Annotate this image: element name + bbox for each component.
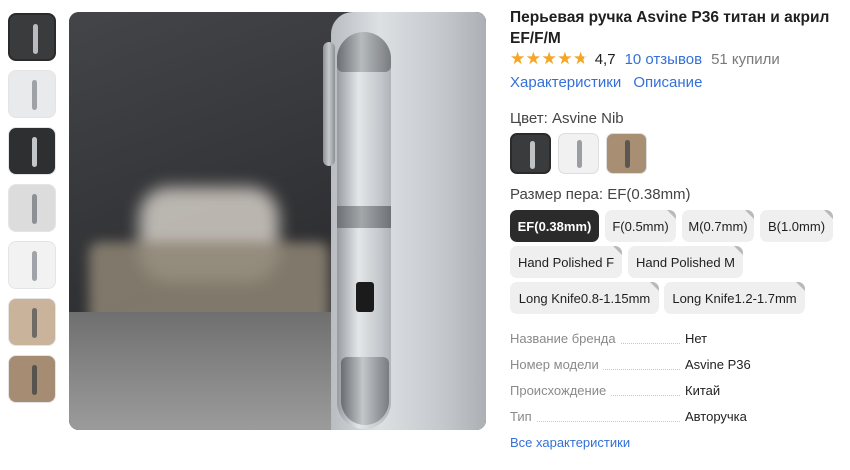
color-swatches: [510, 133, 654, 174]
nib-option-label: Long Knife0.8-1.15mm: [518, 290, 651, 306]
pen-thumbnail-image: [33, 24, 38, 54]
color-swatch[interactable]: [606, 133, 647, 174]
thumbnail[interactable]: [8, 298, 56, 346]
pen-thumbnail-image: [32, 80, 37, 110]
thumbnail-list: [8, 13, 58, 412]
rating-row: ★★★★★ ★★★★★ 4,7 10 отзывов 51 купили: [510, 50, 780, 68]
option-corner-mark: [667, 210, 676, 219]
option-corner-mark: [650, 282, 659, 291]
thumbnail[interactable]: [8, 127, 56, 175]
spec-key: Тип: [510, 409, 536, 424]
thumbnail[interactable]: [8, 184, 56, 232]
option-corner-mark: [824, 210, 833, 219]
pen-end-cap: [341, 357, 389, 425]
reviews-link[interactable]: 10 отзывов: [625, 51, 703, 68]
pen-ink-piston: [356, 282, 374, 312]
color-swatch[interactable]: [510, 133, 551, 174]
thumbnail[interactable]: [8, 70, 56, 118]
spec-key: Происхождение: [510, 383, 611, 398]
option-corner-mark: [796, 282, 805, 291]
nib-option-label: Hand Polished F: [517, 254, 615, 270]
main-product-image[interactable]: [69, 12, 486, 430]
spec-row: Происхождение Китай: [510, 381, 830, 407]
pen-swatch-image: [625, 140, 630, 168]
nib-option[interactable]: M(0.7mm): [682, 210, 754, 242]
nib-size-label: Размер пера: EF(0.38mm): [510, 186, 691, 203]
nib-option-label: M(0.7mm): [688, 218, 748, 234]
description-link[interactable]: Описание: [633, 74, 702, 91]
spec-value: Нет: [685, 331, 708, 346]
pen-thumbnail-image: [32, 194, 37, 224]
thumbnail[interactable]: [8, 241, 56, 289]
pen-thumbnail-image: [32, 137, 37, 167]
spec-row: Тип Авторучка: [510, 407, 830, 433]
spec-value: Asvine P36: [685, 357, 751, 372]
stars-filled: ★★★★★: [510, 50, 584, 68]
nib-option[interactable]: Long Knife1.2-1.7mm: [664, 282, 805, 314]
pen-swatch-image: [577, 140, 582, 168]
spec-value: Авторучка: [685, 409, 747, 424]
specs-link[interactable]: Характеристики: [510, 74, 621, 91]
pen-thumbnail-image: [32, 308, 37, 338]
option-corner-mark: [745, 210, 754, 219]
rating-score: 4,7: [594, 50, 616, 68]
all-specs-link[interactable]: Все характеристики: [510, 435, 630, 450]
thumbnail[interactable]: [8, 13, 56, 61]
thumbnail[interactable]: [8, 355, 56, 403]
spec-list: Название бренда Нет Номер модели Asvine P3…: [510, 329, 830, 433]
nib-option[interactable]: EF(0.38mm): [510, 210, 599, 242]
nib-option-label: Hand Polished M: [636, 254, 735, 270]
nib-option[interactable]: B(1.0mm): [760, 210, 833, 242]
nib-option-label: EF(0.38mm): [517, 218, 592, 234]
spec-key: Название бренда: [510, 331, 620, 346]
pen-thumbnail-image: [32, 365, 37, 395]
pen-thumbnail-image: [32, 251, 37, 281]
pen-clip: [323, 42, 335, 166]
color-label: Цвет: Asvine Nib: [510, 110, 624, 127]
option-corner-mark: [613, 246, 622, 255]
spec-row: Название бренда Нет: [510, 329, 830, 355]
spec-value: Китай: [685, 383, 721, 398]
nib-option[interactable]: F(0.5mm): [605, 210, 676, 242]
nib-option[interactable]: Hand Polished M: [628, 246, 743, 278]
nib-option[interactable]: Hand Polished F: [510, 246, 622, 278]
nib-option-label: Long Knife1.2-1.7mm: [672, 290, 797, 306]
spec-row: Номер модели Asvine P36: [510, 355, 830, 381]
purchase-count: 51 купили: [711, 50, 780, 68]
pen-band: [337, 206, 391, 228]
product-title: Перьевая ручка Asvine P36 титан и акрил …: [510, 9, 830, 47]
nib-option[interactable]: Long Knife0.8-1.15mm: [510, 282, 659, 314]
option-corner-mark: [734, 246, 743, 255]
star-rating-icon: ★★★★★ ★★★★★: [510, 50, 589, 68]
spec-key: Номер модели: [510, 357, 603, 372]
nib-option-label: F(0.5mm): [612, 218, 669, 234]
nib-option-label: B(1.0mm): [767, 218, 826, 234]
section-links: Характеристики Описание: [510, 74, 710, 91]
color-swatch[interactable]: [558, 133, 599, 174]
pen-swatch-image: [530, 141, 535, 169]
